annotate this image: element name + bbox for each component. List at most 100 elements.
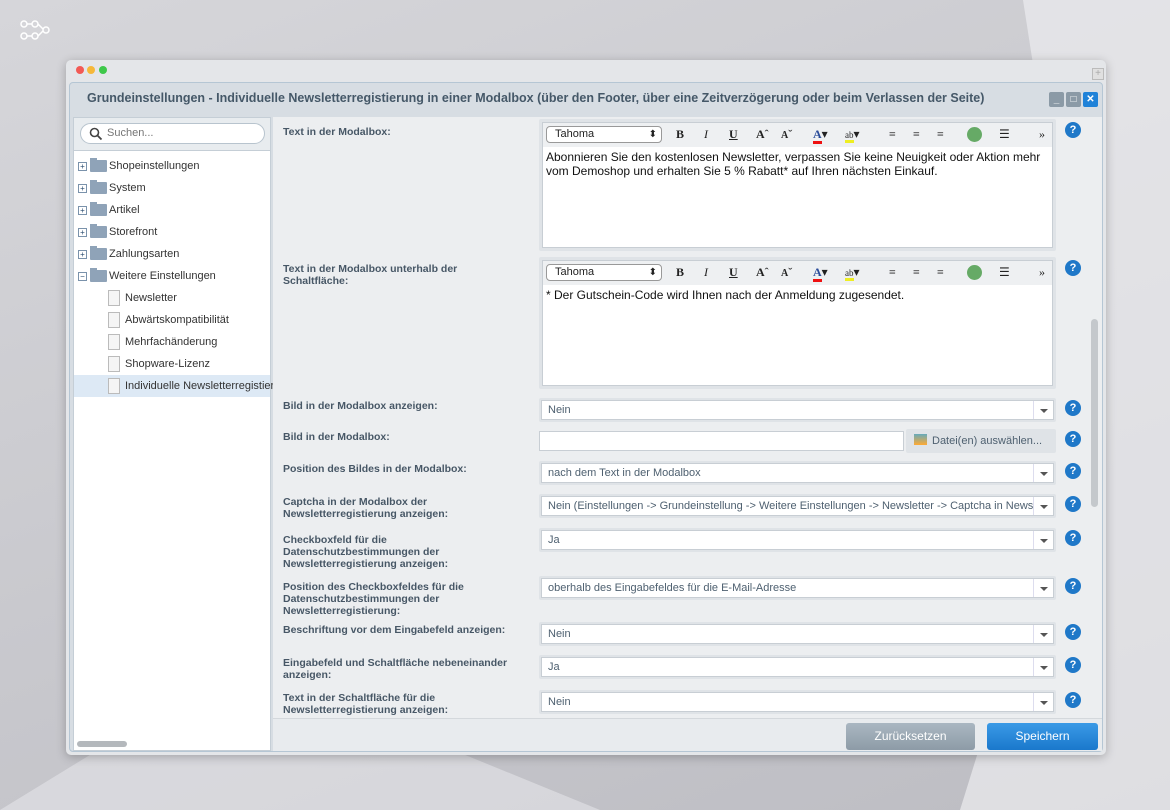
shrink-font-icon[interactable]: Aˇ: [781, 265, 792, 280]
rich-text-editor[interactable]: Tahoma B I U Aˆ Aˇ A▾ ab▾ ≡ ≡ ≡ ☰ » Abonnieren Sie de…: [539, 119, 1056, 251]
font-family-select[interactable]: Tahoma: [546, 126, 662, 143]
link-icon[interactable]: [967, 127, 982, 146]
expand-icon[interactable]: +: [78, 184, 87, 193]
tree-item[interactable]: + Artikel: [74, 199, 270, 221]
font-color-icon[interactable]: A▾: [813, 127, 828, 144]
tree-item[interactable]: Newsletter: [74, 287, 270, 309]
tree-item[interactable]: − Weitere Einstellungen: [74, 265, 270, 287]
underline-icon[interactable]: U: [729, 127, 738, 142]
expand-icon[interactable]: +: [78, 250, 87, 259]
italic-icon[interactable]: I: [704, 265, 708, 280]
file-icon: [108, 312, 120, 328]
folder-icon: [90, 180, 107, 194]
folder-icon: [90, 202, 107, 216]
help-icon[interactable]: ?: [1065, 400, 1081, 416]
tree-item-label: Abwärtskompatibilität: [125, 314, 229, 326]
highlight-icon[interactable]: ab▾: [845, 127, 860, 143]
field-label: Text in der Modalbox:: [283, 126, 391, 138]
help-icon[interactable]: ?: [1065, 578, 1081, 594]
collapse-icon[interactable]: −: [78, 272, 87, 281]
chevron-down-icon[interactable]: [1033, 497, 1053, 515]
highlight-icon[interactable]: ab▾: [845, 265, 860, 281]
expand-icon[interactable]: +: [78, 228, 87, 237]
reset-button[interactable]: Zurücksetzen: [846, 723, 975, 750]
maximize-button[interactable]: □: [1066, 92, 1081, 107]
select-field[interactable]: Ja: [541, 530, 1054, 550]
align-right-icon[interactable]: ≡: [937, 265, 944, 280]
tree-item[interactable]: Individuelle Newsletterregistierung: [74, 375, 293, 397]
chevron-down-icon[interactable]: [1033, 658, 1053, 676]
vertical-scrollbar[interactable]: [1091, 319, 1098, 507]
expand-icon[interactable]: +: [78, 206, 87, 215]
plus-icon[interactable]: +: [1092, 68, 1104, 80]
bold-icon[interactable]: B: [676, 127, 684, 142]
tree-item[interactable]: + System: [74, 177, 270, 199]
chevron-down-icon[interactable]: [1033, 531, 1053, 549]
font-family-select[interactable]: Tahoma: [546, 264, 662, 281]
select-value: Ja: [548, 534, 560, 546]
align-left-icon[interactable]: ≡: [889, 127, 896, 142]
font-color-icon[interactable]: A▾: [813, 265, 828, 282]
select-value: oberhalb des Eingabefeldes für die E-Mai…: [548, 582, 797, 594]
select-field[interactable]: Ja: [541, 657, 1054, 677]
link-icon[interactable]: [967, 265, 982, 284]
search-field[interactable]: [80, 123, 265, 144]
bold-icon[interactable]: B: [676, 265, 684, 280]
more-icon[interactable]: »: [1039, 265, 1045, 280]
chevron-down-icon[interactable]: [1033, 464, 1053, 482]
search-input[interactable]: [107, 127, 257, 139]
align-center-icon[interactable]: ≡: [913, 265, 920, 280]
select-field[interactable]: oberhalb des Eingabefeldes für die E-Mai…: [541, 578, 1054, 598]
expand-icon[interactable]: +: [78, 162, 87, 171]
help-icon[interactable]: ?: [1065, 496, 1081, 512]
select-field[interactable]: Nein: [541, 692, 1054, 712]
tree-item[interactable]: Shopware-Lizenz: [74, 353, 270, 375]
rich-text-editor[interactable]: Tahoma B I U Aˆ Aˇ A▾ ab▾ ≡ ≡ ≡ ☰ » * Der Gutschein-C…: [539, 257, 1056, 389]
save-button[interactable]: Speichern: [987, 723, 1098, 750]
help-icon[interactable]: ?: [1065, 463, 1081, 479]
grow-font-icon[interactable]: Aˆ: [756, 265, 769, 280]
choose-files-button[interactable]: Datei(en) auswählen...: [906, 429, 1056, 453]
chevron-down-icon[interactable]: [1033, 693, 1053, 711]
help-icon[interactable]: ?: [1065, 260, 1081, 276]
grow-font-icon[interactable]: Aˆ: [756, 127, 769, 142]
select-field[interactable]: Nein: [541, 400, 1054, 420]
align-left-icon[interactable]: ≡: [889, 265, 896, 280]
tree-item[interactable]: + Zahlungsarten: [74, 243, 270, 265]
horizontal-scrollbar[interactable]: [77, 741, 127, 747]
minimize-button[interactable]: _: [1049, 92, 1064, 107]
help-icon[interactable]: ?: [1065, 431, 1081, 447]
help-icon[interactable]: ?: [1065, 692, 1081, 708]
chevron-down-icon[interactable]: [1033, 579, 1053, 597]
tree-item[interactable]: Mehrfachänderung: [74, 331, 270, 353]
zoom-dot[interactable]: [99, 66, 107, 74]
editor-content[interactable]: Abonnieren Sie den kostenlosen Newslette…: [543, 147, 1052, 181]
image-path-input[interactable]: [539, 431, 904, 451]
italic-icon[interactable]: I: [704, 127, 708, 142]
file-icon: [108, 356, 120, 372]
help-icon[interactable]: ?: [1065, 624, 1081, 640]
select-field[interactable]: nach dem Text in der Modalbox: [541, 463, 1054, 483]
help-icon[interactable]: ?: [1065, 122, 1081, 138]
align-right-icon[interactable]: ≡: [937, 127, 944, 142]
shrink-font-icon[interactable]: Aˇ: [781, 127, 792, 142]
help-icon[interactable]: ?: [1065, 657, 1081, 673]
help-icon[interactable]: ?: [1065, 530, 1081, 546]
select-field[interactable]: Nein: [541, 624, 1054, 644]
close-button[interactable]: ✕: [1083, 92, 1098, 107]
more-icon[interactable]: »: [1039, 127, 1045, 142]
chevron-down-icon[interactable]: [1033, 625, 1053, 643]
align-center-icon[interactable]: ≡: [913, 127, 920, 142]
numbered-list-icon[interactable]: ☰: [999, 127, 1010, 142]
chevron-down-icon[interactable]: [1033, 401, 1053, 419]
minimize-dot[interactable]: [87, 66, 95, 74]
underline-icon[interactable]: U: [729, 265, 738, 280]
numbered-list-icon[interactable]: ☰: [999, 265, 1010, 280]
tree-item[interactable]: + Shopeinstellungen: [74, 155, 270, 177]
select-field[interactable]: Nein (Einstellungen -> Grundeinstellung …: [541, 496, 1054, 516]
editor-content[interactable]: * Der Gutschein-Code wird Ihnen nach der…: [543, 285, 1052, 305]
field-label: Eingabefeld und Schaltfläche nebeneinand…: [283, 657, 508, 681]
close-dot[interactable]: [76, 66, 84, 74]
tree-item[interactable]: + Storefront: [74, 221, 270, 243]
tree-item[interactable]: Abwärtskompatibilität: [74, 309, 270, 331]
